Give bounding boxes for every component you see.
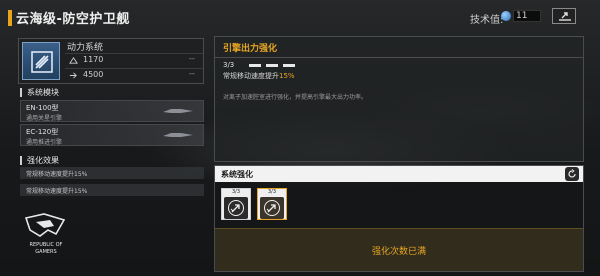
module-item[interactable]: EC-120型 通用推进引擎 xyxy=(20,124,204,146)
title-accent-bar xyxy=(8,10,12,26)
stat-extra: -- xyxy=(189,69,195,78)
page-title: 云海级-防空护卫舰 xyxy=(16,12,130,27)
engine-thrust-icon xyxy=(264,200,280,216)
ship-silhouette-icon xyxy=(163,109,193,113)
divider xyxy=(215,57,583,58)
tech-orb-icon xyxy=(501,11,511,21)
ship-silhouette-icon xyxy=(163,133,193,137)
level-pip xyxy=(249,64,261,67)
system-icon-frame xyxy=(22,42,60,80)
share-button[interactable] xyxy=(552,8,576,24)
module-name: EN-100型 xyxy=(26,104,59,112)
modules-section-label: 系统模块 xyxy=(20,88,59,97)
enhance-maxed-button[interactable]: 强化次数已满 xyxy=(215,228,583,271)
engine-thrust-icon xyxy=(228,200,244,216)
brand-line1: REPUBLIC OF xyxy=(29,242,63,248)
enhance-slot[interactable]: 3/3 xyxy=(221,188,251,220)
level-pips xyxy=(249,64,303,67)
slot-level: 3/3 xyxy=(267,189,277,195)
stat-value: 4500 xyxy=(83,70,104,79)
enhance-slot-selected[interactable]: 3/3 xyxy=(257,188,287,220)
tech-value: 11 xyxy=(516,11,528,21)
stat-extra: -- xyxy=(189,54,195,63)
hull-icon xyxy=(69,56,78,64)
upgrade-description: 对离子加速腔室进行强化，并提高引擎最大出力功率。 xyxy=(223,94,368,101)
tech-value-label: 技术值: xyxy=(470,15,504,26)
stat-value: 1170 xyxy=(83,55,104,64)
speed-icon xyxy=(69,72,77,79)
level-pip xyxy=(283,64,295,67)
tech-value-box: 11 xyxy=(513,10,541,22)
slot-icon-frame xyxy=(224,197,248,219)
enhance-status: 强化次数已满 xyxy=(371,247,426,257)
stat-row: 1170 -- xyxy=(65,53,203,67)
enhance-header: 系统强化 xyxy=(215,166,583,182)
refresh-button[interactable] xyxy=(565,167,579,181)
system-enhance-panel: 系统强化 3/3 3/3 强化次数已满 xyxy=(214,165,584,272)
system-card: 动力系统 1170 -- 4500 -- xyxy=(18,38,204,84)
upgrade-effect-value: 15% xyxy=(279,72,295,80)
enhance-title: 系统强化 xyxy=(221,170,253,179)
share-icon xyxy=(559,12,571,21)
upgrade-effect: 常规移动速度提升15% xyxy=(223,71,295,81)
refresh-icon xyxy=(568,169,576,178)
module-subtitle: 通用推进引擎 xyxy=(26,139,63,146)
effect-text: 常规移动速度提升15% xyxy=(26,171,88,178)
module-subtitle: 通用关星引擎 xyxy=(26,115,63,122)
effects-section-label: 强化效果 xyxy=(20,156,59,165)
top-bar: 云海级-防空护卫舰 技术值: 11 xyxy=(0,0,600,34)
effect-text: 常规移动速度提升15% xyxy=(26,188,88,195)
effect-row: 常规移动速度提升15% xyxy=(20,184,204,196)
module-item[interactable]: EN-100型 通用关星引擎 xyxy=(20,100,204,122)
brand-line2: GAMERS xyxy=(35,249,57,255)
effect-row: 常规移动速度提升15% xyxy=(20,167,204,179)
upgrade-detail-panel: 引擎出力强化 3/3 常规移动速度提升15% 对离子加速腔室进行强化，并提高引擎… xyxy=(214,36,584,162)
upgrade-level: 3/3 xyxy=(223,61,235,69)
rog-logo: REPUBLIC OF GAMERS xyxy=(20,210,72,258)
level-pip xyxy=(266,64,278,67)
rog-eye-icon xyxy=(24,213,66,237)
stat-row: 4500 -- xyxy=(65,68,203,82)
module-name: EC-120型 xyxy=(26,128,59,136)
upgrade-effect-prefix: 常规移动速度提升 xyxy=(223,72,279,80)
slot-icon-frame xyxy=(260,197,284,219)
upgrade-title: 引擎出力强化 xyxy=(223,44,278,54)
power-system-icon xyxy=(31,51,53,73)
system-name: 动力系统 xyxy=(67,43,104,53)
slot-level: 3/3 xyxy=(231,189,241,195)
